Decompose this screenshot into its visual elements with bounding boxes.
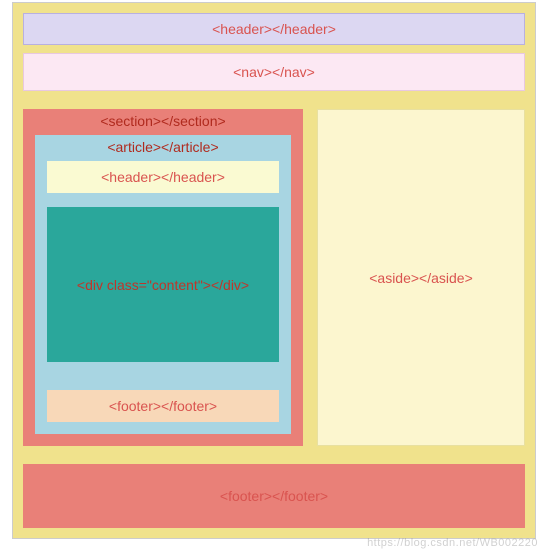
article-header-block: <header></header> (47, 161, 279, 193)
article-footer-label: <footer></footer> (109, 398, 217, 414)
nav-block: <nav></nav> (23, 53, 525, 91)
middle-row: <section></section> <article></article> … (23, 109, 525, 446)
page-footer-block: <footer></footer> (23, 464, 525, 528)
layout-diagram: <header></header> <nav></nav> <section><… (12, 2, 536, 539)
article-block: <article></article> <header></header> <d… (35, 135, 291, 434)
section-label: <section></section> (35, 109, 291, 135)
aside-block: <aside></aside> (317, 109, 525, 446)
article-header-label: <header></header> (101, 169, 225, 185)
aside-label: <aside></aside> (369, 270, 473, 286)
article-footer-block: <footer></footer> (47, 390, 279, 422)
content-label: <div class="content"></div> (77, 277, 249, 293)
header-label: <header></header> (212, 21, 336, 37)
article-label: <article></article> (47, 135, 279, 161)
section-block: <section></section> <article></article> … (23, 109, 303, 446)
nav-label: <nav></nav> (233, 64, 315, 80)
page-footer-label: <footer></footer> (220, 488, 328, 504)
content-block: <div class="content"></div> (47, 207, 279, 362)
header-block: <header></header> (23, 13, 525, 45)
